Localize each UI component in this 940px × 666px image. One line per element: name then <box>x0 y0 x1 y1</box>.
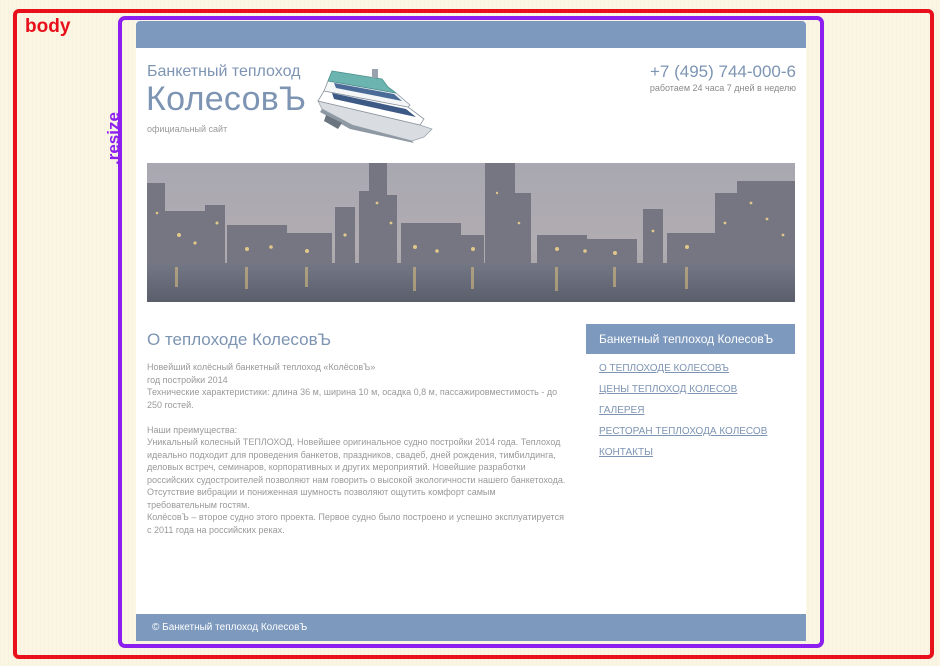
ship-icon <box>317 69 433 143</box>
sidebar-item: РЕСТОРАН ТЕПЛОХОДА КОЛЕСОВ <box>599 426 767 447</box>
content-paragraph: Наши преимущества: <box>147 424 238 435</box>
page-title: О теплоходе КолесовЪ <box>147 330 332 349</box>
sidebar-item: ЦЕНЫ ТЕПЛОХОД КОЛЕСОВ <box>599 384 767 405</box>
resize-debug-label: .resize <box>104 112 123 165</box>
top-bar <box>136 21 806 48</box>
sidebar-item: ГАЛЕРЕЯ <box>599 405 767 426</box>
page-container: Банкетный теплоход КолесовЪ официальный … <box>136 21 806 641</box>
sidebar-menu: О ТЕПЛОХОДЕ КОЛЕСОВЪ ЦЕНЫ ТЕПЛОХОД КОЛЕС… <box>599 363 767 468</box>
sidebar-header: Банкетный теплоход КолесовЪ <box>586 324 795 354</box>
site-official-caption: официальный сайт <box>147 124 228 134</box>
phone-number: +7 (495) 744-000-6 <box>649 62 796 81</box>
sidebar-item-about[interactable]: О ТЕПЛОХОДЕ КОЛЕСОВЪ <box>599 363 729 374</box>
content-paragraph: КолёсовЪ – второе судно этого проекта. П… <box>147 512 564 535</box>
site-subtitle: Банкетный теплоход <box>147 63 301 80</box>
content-paragraph: год постройки 2014 <box>147 374 228 385</box>
main-content: Новейший колёсный банкетный теплоход «Ко… <box>147 361 567 536</box>
sidebar-item: О ТЕПЛОХОДЕ КОЛЕСОВЪ <box>599 363 767 384</box>
sidebar-item-contacts[interactable]: КОНТАКТЫ <box>599 447 653 458</box>
sidebar-item-prices[interactable]: ЦЕНЫ ТЕПЛОХОД КОЛЕСОВ <box>599 384 737 395</box>
sidebar-item-restaurant[interactable]: РЕСТОРАН ТЕПЛОХОДА КОЛЕСОВ <box>599 426 767 437</box>
content-paragraph: Уникальный колесный ТЕПЛОХОД. Новейшее о… <box>147 437 566 510</box>
footer: © Банкетный теплоход КолесовЪ <box>136 614 806 641</box>
night-city-photo <box>147 163 795 302</box>
body-debug-label: body <box>25 16 71 37</box>
sidebar-item: КОНТАКТЫ <box>599 447 767 468</box>
site-title: КолесовЪ <box>146 80 307 118</box>
sidebar-item-gallery[interactable]: ГАЛЕРЕЯ <box>599 405 644 416</box>
content-paragraph: Технические характеристики: длина 36 м, … <box>147 387 558 410</box>
working-hours: работаем 24 часа 7 дней в неделю <box>649 83 796 93</box>
content-paragraph: Новейший колёсный банкетный теплоход «Ко… <box>147 362 376 372</box>
